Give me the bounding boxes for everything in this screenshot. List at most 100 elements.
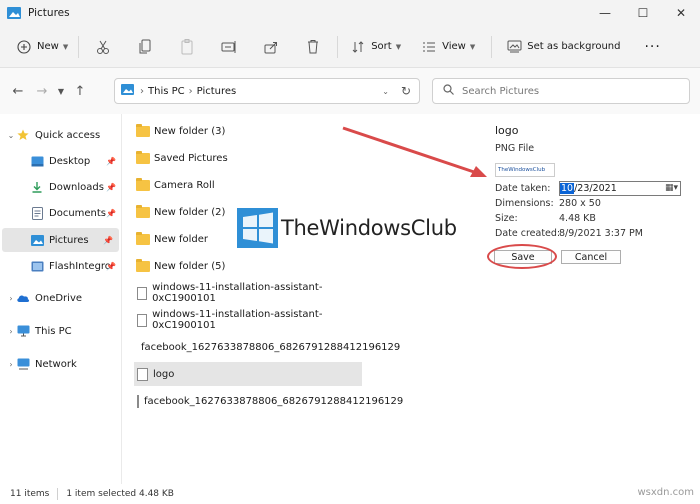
watermark: wsxdn.com [637, 487, 694, 498]
pictures-icon [30, 233, 44, 247]
minimize-button[interactable]: — [586, 0, 624, 26]
chevron-down-icon: ▼ [469, 42, 476, 51]
paste-button[interactable] [173, 33, 201, 61]
date-created-value: 8/9/2021 3:37 PM [559, 228, 643, 239]
list-item[interactable]: facebook_1627633878806_68267912884121961… [134, 389, 403, 413]
date-created-label: Date created: [495, 228, 561, 239]
navigation-pane: ⌄ Quick access Desktop 📌 Downloads 📌 Doc… [0, 114, 122, 484]
recent-locations-chevron-icon[interactable]: ▼ [54, 87, 68, 96]
new-button[interactable]: New ▼ [10, 33, 74, 61]
more-options-button[interactable]: ··· [638, 33, 666, 61]
view-button[interactable]: View ▼ [415, 33, 481, 61]
paste-icon [179, 38, 195, 55]
up-arrow-icon[interactable]: ↑ [68, 84, 92, 99]
sidebar-item-label: Pictures [49, 234, 89, 246]
file-name: New folder [154, 233, 209, 245]
wallpaper-icon [506, 39, 522, 55]
delete-button[interactable] [299, 33, 327, 61]
search-input[interactable]: Search Pictures [432, 78, 690, 104]
pin-icon[interactable]: 📌 [106, 262, 116, 271]
sort-label: Sort [371, 41, 392, 52]
sidebar-item-desktop[interactable]: Desktop 📌 [0, 149, 122, 173]
pin-icon[interactable]: 📌 [106, 183, 116, 192]
cancel-button[interactable]: Cancel [561, 250, 621, 264]
date-taken-selected-segment[interactable]: 10 [560, 183, 575, 194]
folder-icon [136, 258, 150, 272]
sidebar-item-label: Quick access [35, 129, 101, 141]
chevron-down-icon[interactable]: ⌄ [6, 131, 16, 140]
address-bar[interactable]: › This PC › Pictures ⌄ ↻ [114, 78, 420, 104]
share-button[interactable] [257, 33, 285, 61]
rename-icon [221, 39, 237, 55]
size-value: 4.48 KB [559, 213, 596, 224]
forward-arrow-icon[interactable]: → [30, 84, 54, 99]
pictures-location-icon [121, 84, 134, 98]
maximize-button[interactable]: ☐ [624, 0, 662, 26]
date-taken-field[interactable]: 10 /23/2021 ▦▾ [559, 181, 681, 196]
list-item[interactable]: windows-11-installation-assistant-0xC190… [134, 308, 362, 332]
size-label: Size: [495, 213, 518, 224]
copy-button[interactable] [131, 33, 159, 61]
sidebar-item-label: Desktop [49, 155, 91, 167]
list-item-selected[interactable]: logo [134, 362, 362, 386]
address-history-chevron-icon[interactable]: ⌄ [382, 87, 389, 96]
chevron-right-icon[interactable]: › [6, 327, 16, 336]
image-file-icon [137, 394, 139, 408]
sidebar-item-flashintegro[interactable]: FlashIntegro 📌 [0, 254, 122, 278]
trash-icon [305, 39, 321, 55]
file-name: windows-11-installation-assistant-0xC190… [152, 309, 323, 331]
sidebar-item-network[interactable]: › Network [0, 352, 122, 376]
sidebar-item-documents[interactable]: Documents 📌 [0, 201, 122, 225]
sidebar-item-label: Documents [49, 207, 107, 219]
back-arrow-icon[interactable]: ← [6, 84, 30, 99]
sidebar-item-pictures[interactable]: Pictures 📌 [2, 228, 119, 252]
plus-icon [16, 39, 32, 55]
cut-button[interactable] [89, 33, 117, 61]
sidebar-item-this-pc[interactable]: › This PC [0, 319, 122, 343]
refresh-icon[interactable]: ↻ [401, 84, 411, 98]
sidebar-item-label: Downloads [49, 181, 104, 193]
set-as-background-button[interactable]: Set as background [500, 33, 626, 61]
list-item[interactable]: Saved Pictures [134, 146, 362, 170]
desktop-icon [30, 154, 44, 168]
file-name: Saved Pictures [154, 152, 228, 164]
folder-icon [136, 150, 150, 164]
breadcrumb-this-pc[interactable]: This PC [148, 86, 185, 97]
pin-icon[interactable]: 📌 [106, 209, 116, 218]
date-taken-label: Date taken: [495, 183, 551, 194]
flashintegro-icon [30, 259, 44, 273]
list-item[interactable]: windows-11-installation-assistant-0xC190… [134, 281, 362, 305]
network-icon [16, 357, 30, 371]
list-item[interactable]: Camera Roll [134, 173, 362, 197]
sidebar-item-downloads[interactable]: Downloads 📌 [0, 175, 122, 199]
copy-icon [137, 39, 153, 55]
image-file-icon [137, 286, 148, 300]
new-label: New [37, 41, 59, 52]
windows-logo-icon [237, 208, 278, 248]
file-name: New folder (2) [154, 206, 226, 218]
close-button[interactable]: ✕ [662, 0, 700, 26]
rename-button[interactable] [215, 33, 243, 61]
annotation-circle [487, 244, 557, 269]
chevron-right-icon[interactable]: › [6, 360, 16, 369]
chevron-right-icon[interactable]: › [6, 294, 16, 303]
calendar-dropdown-icon[interactable]: ▦▾ [665, 183, 678, 193]
chevron-down-icon: ▼ [395, 42, 402, 51]
computer-icon [16, 324, 30, 338]
download-icon [30, 180, 44, 194]
pin-icon[interactable]: 📌 [106, 157, 116, 166]
details-file-name: logo [495, 124, 519, 137]
sort-button[interactable]: Sort ▼ [344, 33, 407, 61]
list-item[interactable]: facebook_1627633878806_68267912884121961… [134, 335, 400, 359]
list-item[interactable]: New folder (5) [134, 254, 362, 278]
list-item[interactable]: New folder (3) [134, 119, 362, 143]
pin-icon[interactable]: 📌 [103, 236, 113, 245]
sidebar-item-label: FlashIntegro [49, 260, 111, 272]
breadcrumb-chevron-icon: › [140, 85, 144, 97]
breadcrumb-pictures[interactable]: Pictures [197, 86, 237, 97]
sidebar-item-label: Network [35, 358, 77, 370]
folder-icon [136, 177, 150, 191]
navigation-bar: ← → ▼ ↑ › This PC › Pictures ⌄ ↻ Search … [0, 68, 700, 114]
sidebar-item-onedrive[interactable]: › OneDrive [0, 286, 122, 310]
sidebar-item-quick-access[interactable]: ⌄ Quick access [0, 123, 122, 147]
